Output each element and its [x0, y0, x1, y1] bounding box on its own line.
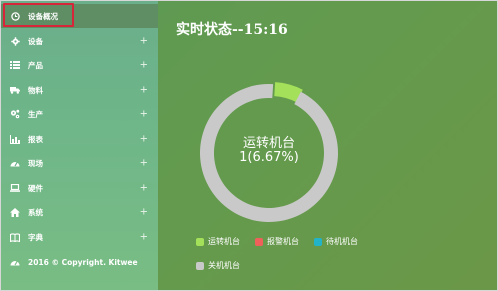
legend-label: 运转机台	[208, 237, 240, 246]
active-item-highlight	[3, 3, 74, 27]
legend-label: 待机机台	[326, 237, 358, 246]
sidebar-item-label: 物料	[28, 85, 43, 95]
legend-swatch	[196, 237, 204, 246]
sidebar-item-material[interactable]: 物料 +	[1, 78, 158, 102]
sidebar-item-report[interactable]: 报表 +	[1, 127, 158, 151]
sidebar-item-label: 字典	[28, 232, 43, 242]
sidebar-item-system[interactable]: 系统 +	[1, 200, 158, 224]
expand-plus-icon[interactable]: +	[140, 158, 148, 169]
legend-item-standby[interactable]: 待机机台	[314, 236, 358, 247]
copyright-text: 2016 © Copyright. Kitwee	[28, 257, 138, 267]
legend-item-running[interactable]: 运转机台	[196, 236, 240, 247]
expand-plus-icon[interactable]: +	[140, 85, 148, 96]
dashboard-icon	[10, 257, 20, 267]
sidebar-item-production[interactable]: 生产 +	[1, 102, 158, 126]
expand-plus-icon[interactable]: +	[140, 183, 148, 194]
legend-item-shutdown[interactable]: 关机机台	[196, 260, 240, 271]
main-panel: 实时状态--15:16 运转机台 1(6.67%) 运转机台 报警机台 待机机台…	[158, 1, 497, 290]
gear-icon	[10, 36, 20, 46]
sidebar-item-label: 报表	[28, 134, 43, 144]
expand-plus-icon[interactable]: +	[140, 134, 148, 145]
expand-plus-icon[interactable]: +	[140, 109, 148, 120]
expand-plus-icon[interactable]: +	[140, 207, 148, 218]
expand-plus-icon[interactable]: +	[140, 60, 148, 71]
sidebar-item-label: 产品	[28, 60, 43, 70]
center-label: 运转机台	[243, 136, 295, 151]
list-icon	[10, 60, 20, 70]
expand-plus-icon[interactable]: +	[140, 36, 148, 47]
sidebar-item-label: 系统	[28, 207, 43, 217]
sidebar-item-label: 设备	[28, 36, 43, 46]
gears-icon	[10, 109, 20, 119]
home-icon	[10, 207, 20, 217]
sidebar-item-product[interactable]: 产品 +	[1, 53, 158, 77]
dashboard-icon	[10, 158, 20, 168]
legend-swatch	[196, 261, 204, 270]
legend-swatch	[314, 237, 322, 246]
sidebar-item-site[interactable]: 现场 +	[1, 151, 158, 175]
legend-swatch	[255, 237, 263, 246]
sidebar-item-dictionary[interactable]: 字典 +	[1, 225, 158, 249]
legend-label: 关机机台	[208, 261, 240, 270]
book-icon	[10, 232, 20, 242]
legend-label: 报警机台	[267, 237, 299, 246]
legend-item-alarm[interactable]: 报警机台	[255, 236, 299, 247]
copyright-footer: 2016 © Copyright. Kitwee	[10, 255, 155, 269]
sidebar-item-label: 硬件	[28, 183, 43, 193]
sidebar-item-label: 现场	[28, 158, 43, 168]
sidebar: 设备概况 设备 + 产品 + 物料 + 生产 + 报表 + 现场 + 硬件 + …	[1, 1, 158, 290]
truck-icon	[10, 85, 20, 95]
sidebar-item-label: 生产	[28, 109, 43, 119]
chart-icon	[10, 134, 20, 144]
center-value: 1(6.67%)	[239, 150, 299, 165]
sidebar-item-device[interactable]: 设备 +	[1, 29, 158, 53]
expand-plus-icon[interactable]: +	[140, 232, 148, 243]
sidebar-item-hardware[interactable]: 硬件 +	[1, 176, 158, 200]
laptop-icon	[10, 183, 20, 193]
